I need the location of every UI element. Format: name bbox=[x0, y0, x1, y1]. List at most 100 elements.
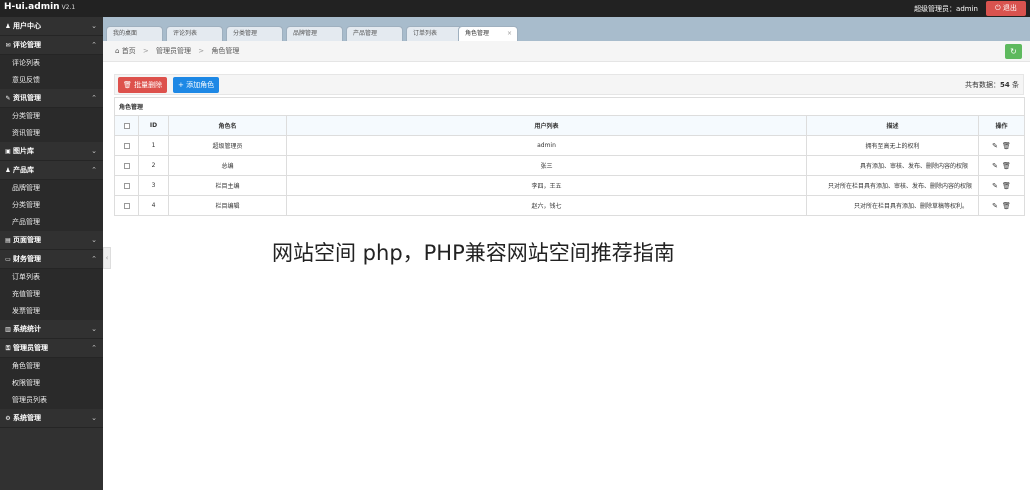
sidebar-group-label: 财务管理 bbox=[13, 255, 41, 263]
sidebar-group-admins[interactable]: ⚿ 管理员管理 ⌃ bbox=[0, 339, 103, 358]
cell-actions: ✎ 🗑 bbox=[977, 135, 1026, 156]
cell-role-name: 总编 bbox=[168, 155, 287, 176]
app-logo[interactable]: H-ui.admin V2.1 bbox=[4, 2, 75, 12]
tab-product[interactable]: 产品管理 bbox=[346, 26, 403, 41]
chevron-down-icon: ⌄ bbox=[91, 325, 97, 333]
home-icon: ⌂ bbox=[115, 47, 120, 55]
sidebar-group-statistics[interactable]: ▥ 系统统计 ⌄ bbox=[0, 320, 103, 339]
sidebar-item-permissions[interactable]: 权限管理 bbox=[0, 375, 103, 392]
breadcrumb-home[interactable]: 首页 bbox=[122, 47, 136, 55]
header-user-list[interactable]: 用户列表 bbox=[286, 115, 807, 136]
sidebar-item-feedback[interactable]: 意见反馈 bbox=[0, 72, 103, 89]
tab-desktop[interactable]: 我的桌面 bbox=[106, 26, 163, 41]
header-description[interactable]: 描述 bbox=[806, 115, 979, 136]
cell-id: 3 bbox=[138, 175, 169, 196]
row-select-cell bbox=[114, 195, 139, 216]
product-icon: ♟ bbox=[5, 167, 11, 174]
logout-button[interactable]: ⏻ 退出 bbox=[986, 1, 1026, 16]
edit-icon[interactable]: ✎ bbox=[992, 182, 998, 190]
close-icon[interactable]: × bbox=[507, 27, 512, 41]
sidebar-group-pictures[interactable]: ▣ 图片库 ⌄ bbox=[0, 142, 103, 161]
row-select-cell bbox=[114, 175, 139, 196]
table-row: 1 超级管理员 admin 拥有至高无上的权利 ✎ 🗑 bbox=[114, 135, 1026, 156]
chevron-down-icon: ⌄ bbox=[91, 414, 97, 422]
top-bar: H-ui.admin V2.1 超级管理员：admin ⏻ 退出 bbox=[0, 0, 1030, 17]
delete-icon[interactable]: 🗑 bbox=[1002, 202, 1011, 210]
sidebar-group-system[interactable]: ⚙ 系统管理 ⌄ bbox=[0, 409, 103, 428]
tab-category[interactable]: 分类管理 bbox=[226, 26, 283, 41]
cell-id: 2 bbox=[138, 155, 169, 176]
sidebar-item-brand[interactable]: 品牌管理 bbox=[0, 180, 103, 197]
sidebar-item-recharge[interactable]: 充值管理 bbox=[0, 286, 103, 303]
breadcrumb-admin-manage[interactable]: 管理员管理 bbox=[156, 47, 191, 55]
tab-brand[interactable]: 品牌管理 bbox=[286, 26, 343, 41]
edit-icon[interactable]: ✎ bbox=[992, 142, 998, 150]
sidebar-group-finance[interactable]: ▭ 财务管理 ⌃ bbox=[0, 250, 103, 269]
key-icon: ⚿ bbox=[5, 345, 11, 352]
gear-icon: ⚙ bbox=[5, 415, 11, 422]
breadcrumb-separator: > bbox=[198, 47, 205, 55]
tab-bar: 我的桌面 评论列表 分类管理 品牌管理 产品管理 订单列表 角色管理 × bbox=[103, 17, 1030, 41]
chevron-down-icon: ⌄ bbox=[91, 236, 97, 244]
row-checkbox[interactable] bbox=[123, 202, 130, 209]
logo-text: H-ui.admin bbox=[4, 2, 60, 12]
tab-comment-list[interactable]: 评论列表 bbox=[166, 26, 223, 41]
user-icon: ♟ bbox=[5, 23, 11, 30]
role-table: 角色管理 ID 角色名 用户列表 描述 操作 1 超级管理员 admin 拥有至… bbox=[113, 97, 1026, 216]
sidebar-group-label: 用户中心 bbox=[13, 22, 41, 30]
sidebar-group-news[interactable]: ✎ 资讯管理 ⌃ bbox=[0, 89, 103, 108]
sidebar-item-product-manage[interactable]: 产品管理 bbox=[0, 214, 103, 231]
sidebar-item-admin-list[interactable]: 管理员列表 bbox=[0, 392, 103, 409]
sidebar-item-product-category[interactable]: 分类管理 bbox=[0, 197, 103, 214]
breadcrumb-current: 角色管理 bbox=[211, 47, 240, 55]
sidebar-group-user-center[interactable]: ♟ 用户中心 ⌄ bbox=[0, 17, 103, 36]
add-role-label: 添加角色 bbox=[186, 81, 215, 89]
add-role-button[interactable]: + 添加角色 bbox=[173, 77, 220, 93]
logout-label: 退出 bbox=[1002, 4, 1017, 12]
chevron-up-icon: ⌃ bbox=[91, 94, 97, 102]
header-id[interactable]: ID bbox=[138, 115, 169, 136]
refresh-button[interactable]: ↻ bbox=[1005, 44, 1022, 59]
delete-icon[interactable]: 🗑 bbox=[1002, 142, 1011, 150]
edit-icon[interactable]: ✎ bbox=[992, 202, 998, 210]
delete-icon[interactable]: 🗑 bbox=[1002, 182, 1011, 190]
table-caption: 角色管理 bbox=[113, 97, 1026, 116]
sidebar-item-news-category[interactable]: 分类管理 bbox=[0, 108, 103, 125]
sidebar-item-comment-list[interactable]: 评论列表 bbox=[0, 55, 103, 72]
sidebar-item-invoice[interactable]: 发票管理 bbox=[0, 303, 103, 320]
header-actions: 操作 bbox=[977, 115, 1026, 136]
row-checkbox[interactable] bbox=[123, 142, 130, 149]
tab-roles[interactable]: 角色管理 × bbox=[458, 26, 518, 41]
sidebar-group-label: 图片库 bbox=[13, 147, 34, 155]
delete-icon[interactable]: 🗑 bbox=[1002, 162, 1011, 170]
sidebar-group-label: 评论管理 bbox=[13, 41, 41, 49]
edit-icon: ✎ bbox=[5, 95, 11, 102]
sidebar-group-products[interactable]: ♟ 产品库 ⌃ bbox=[0, 161, 103, 180]
batch-delete-button[interactable]: 🗑 批量删除 bbox=[118, 77, 168, 93]
row-checkbox[interactable] bbox=[123, 162, 130, 169]
row-checkbox[interactable] bbox=[123, 182, 130, 189]
chevron-down-icon: ⌄ bbox=[91, 147, 97, 155]
table-caption-row: 角色管理 bbox=[113, 97, 1026, 116]
cell-description: 具有添加、审核、发布、删除内容的权限 bbox=[806, 155, 979, 176]
cell-role-name: 栏目主编 bbox=[168, 175, 287, 196]
admin-user-menu[interactable]: 超级管理员：admin bbox=[914, 4, 978, 14]
sidebar-item-roles[interactable]: 角色管理 bbox=[0, 358, 103, 375]
sidebar-item-news-manage[interactable]: 资讯管理 bbox=[0, 125, 103, 142]
sidebar-group-pages[interactable]: ▤ 页面管理 ⌄ bbox=[0, 231, 103, 250]
select-all-checkbox[interactable] bbox=[123, 122, 130, 129]
sidebar-collapse-handle[interactable]: ‹ bbox=[103, 247, 111, 269]
sidebar-group-label: 系统管理 bbox=[13, 414, 41, 422]
plus-icon: + bbox=[178, 81, 184, 89]
sidebar: ♟ 用户中心 ⌄ ✉ 评论管理 ⌃ 评论列表 意见反馈 ✎ 资讯管理 ⌃ 分类管理 资… bbox=[0, 17, 103, 490]
cell-users: 李四，王五 bbox=[286, 175, 807, 196]
cell-users: 张三 bbox=[286, 155, 807, 176]
breadcrumb: ⌂ 首页 > 管理员管理 > 角色管理 ↻ bbox=[103, 41, 1030, 62]
sidebar-item-orders[interactable]: 订单列表 bbox=[0, 269, 103, 286]
refresh-icon: ↻ bbox=[1010, 47, 1017, 56]
header-role-name[interactable]: 角色名 bbox=[168, 115, 287, 136]
sidebar-group-comments[interactable]: ✉ 评论管理 ⌃ bbox=[0, 36, 103, 55]
comment-icon: ✉ bbox=[5, 42, 11, 49]
tab-orders[interactable]: 订单列表 bbox=[406, 26, 463, 41]
edit-icon[interactable]: ✎ bbox=[992, 162, 998, 170]
